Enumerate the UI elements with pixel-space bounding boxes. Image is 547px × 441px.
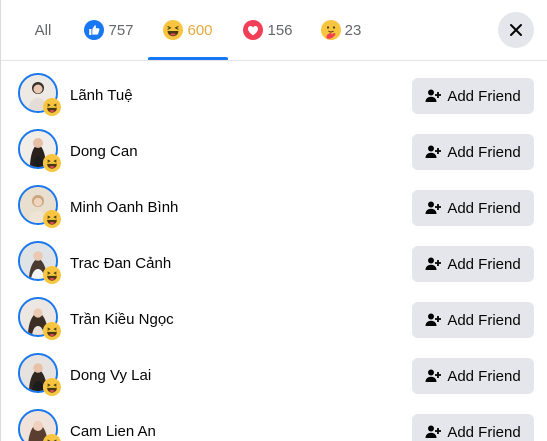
add-friend-button[interactable]: Add Friend <box>412 78 534 114</box>
add-friend-label: Add Friend <box>447 423 521 441</box>
add-friend-label: Add Friend <box>447 255 521 273</box>
list-item: Trac Đan Cảnh Add Friend <box>1 229 547 285</box>
list-item: Dong Can Add Friend <box>1 117 547 173</box>
add-friend-button[interactable]: Add Friend <box>412 134 534 170</box>
tab-care-count: 23 <box>344 21 362 39</box>
tab-love[interactable]: 156 <box>238 0 298 60</box>
tab-haha[interactable]: 600 <box>148 0 228 60</box>
add-friend-button[interactable]: Add Friend <box>412 302 534 338</box>
person-name[interactable]: Dong Vy Lai <box>70 366 151 386</box>
add-friend-label: Add Friend <box>447 367 521 385</box>
haha-badge-icon <box>43 210 61 228</box>
add-friend-button[interactable]: Add Friend <box>412 246 534 282</box>
add-friend-label: Add Friend <box>447 311 521 329</box>
haha-badge-icon <box>43 266 61 284</box>
haha-badge-icon <box>43 98 61 116</box>
tab-all-label: All <box>34 21 52 39</box>
person-name[interactable]: Minh Oanh Bình <box>70 198 178 218</box>
person-name[interactable]: Cam Lien An <box>70 422 156 441</box>
list-item: Trần Kiều Ngọc Add Friend <box>1 285 547 341</box>
list-item: Cam Lien An Add Friend <box>1 397 547 441</box>
person-name[interactable]: Dong Can <box>70 142 138 162</box>
tab-like[interactable]: 757 <box>79 0 139 60</box>
haha-reaction-icon <box>163 20 184 40</box>
haha-badge-icon <box>43 154 61 172</box>
love-reaction-icon <box>243 20 264 40</box>
add-friend-icon <box>425 313 442 326</box>
add-friend-label: Add Friend <box>447 87 521 105</box>
add-friend-icon <box>425 145 442 158</box>
tab-love-count: 156 <box>267 21 293 39</box>
close-button[interactable] <box>498 12 534 48</box>
haha-badge-icon <box>43 434 61 441</box>
add-friend-icon <box>425 369 442 382</box>
avatar-wrap[interactable] <box>18 241 61 284</box>
add-friend-icon <box>425 257 442 270</box>
tab-like-count: 757 <box>108 21 134 39</box>
person-name[interactable]: Trac Đan Cảnh <box>70 254 171 274</box>
reactions-dialog: All 757 600 156 23 Lãnh Tuệ Add Friend D… <box>0 0 547 441</box>
person-name[interactable]: Trần Kiều Ngọc <box>70 310 174 330</box>
add-friend-button[interactable]: Add Friend <box>412 414 534 441</box>
person-name[interactable]: Lãnh Tuệ <box>70 86 133 106</box>
like-reaction-icon <box>84 20 105 40</box>
add-friend-label: Add Friend <box>447 199 521 217</box>
add-friend-button[interactable]: Add Friend <box>412 358 534 394</box>
reaction-tabs: All 757 600 156 23 <box>1 0 547 60</box>
list-item: Minh Oanh Bình Add Friend <box>1 173 547 229</box>
tab-haha-count: 600 <box>187 21 213 39</box>
avatar-wrap[interactable] <box>18 409 61 441</box>
avatar-wrap[interactable] <box>18 353 61 396</box>
add-friend-icon <box>425 89 442 102</box>
list-item: Dong Vy Lai Add Friend <box>1 341 547 397</box>
haha-badge-icon <box>43 322 61 340</box>
haha-badge-icon <box>43 378 61 396</box>
avatar-wrap[interactable] <box>18 73 61 116</box>
tab-care[interactable]: 23 <box>313 0 369 60</box>
care-reaction-icon <box>320 20 341 40</box>
add-friend-icon <box>425 201 442 214</box>
list-item: Lãnh Tuệ Add Friend <box>1 61 547 117</box>
tab-all[interactable]: All <box>23 0 63 60</box>
close-icon <box>510 24 522 36</box>
add-friend-icon <box>425 425 442 438</box>
avatar-wrap[interactable] <box>18 129 61 172</box>
people-list: Lãnh Tuệ Add Friend Dong Can Add Friend <box>1 61 547 441</box>
add-friend-label: Add Friend <box>447 143 521 161</box>
avatar-wrap[interactable] <box>18 185 61 228</box>
add-friend-button[interactable]: Add Friend <box>412 190 534 226</box>
avatar-wrap[interactable] <box>18 297 61 340</box>
